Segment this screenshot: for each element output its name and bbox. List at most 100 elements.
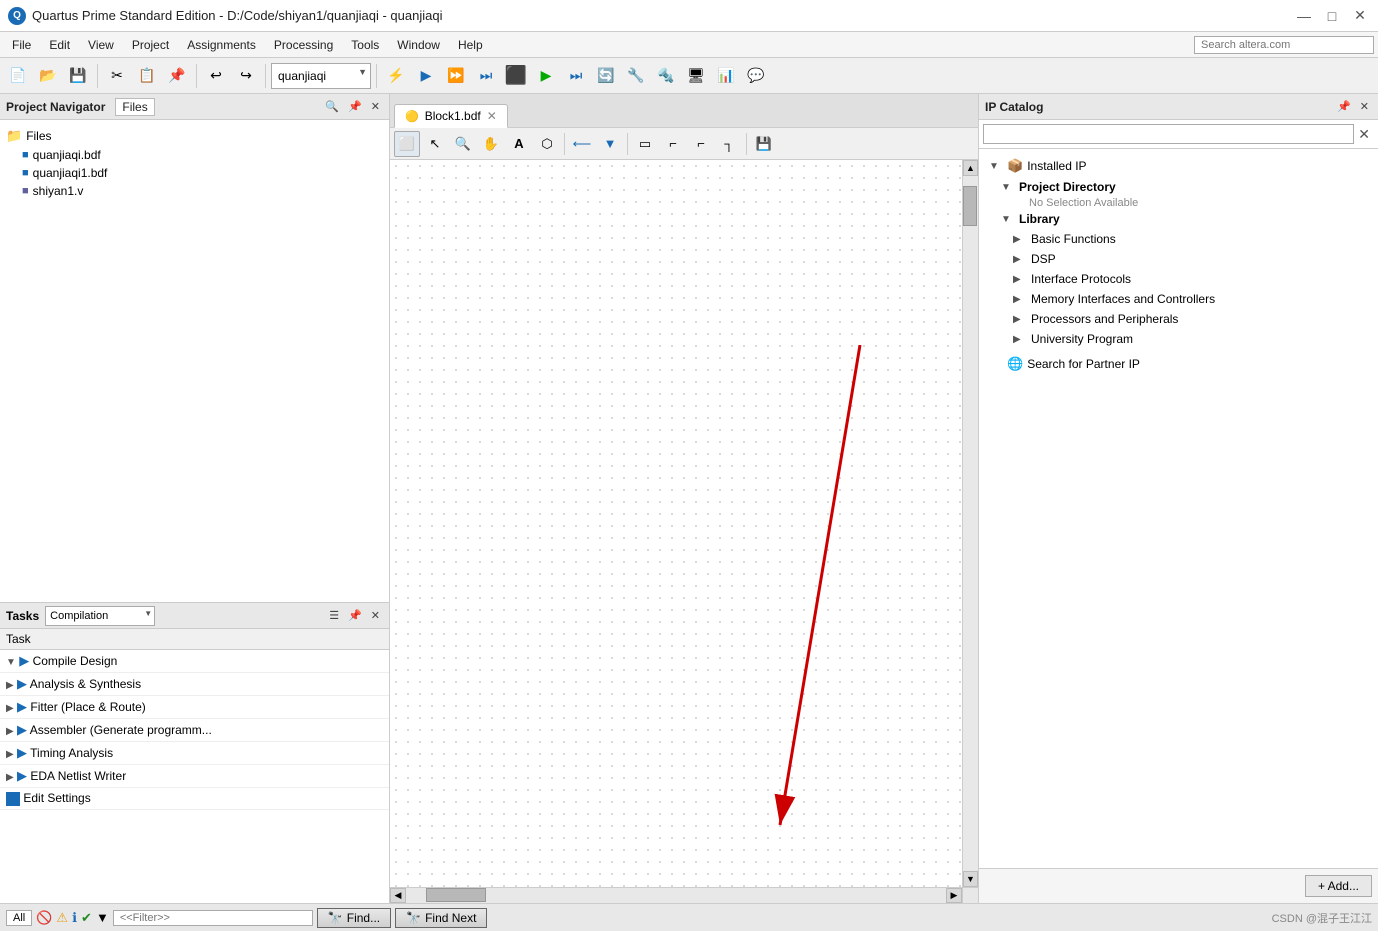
tool3-button[interactable]: 🖥 (682, 62, 710, 90)
close-button[interactable]: ✕ (1350, 6, 1370, 26)
altera-search-input[interactable] (1194, 36, 1374, 54)
scroll-track-h[interactable] (406, 888, 946, 903)
paste-button[interactable]: 📌 (163, 62, 191, 90)
navigator-close-icon[interactable]: ✕ (368, 99, 383, 114)
task-row-timing[interactable]: ▶ ▶ Timing Analysis (0, 742, 389, 765)
bus-tool-button[interactable]: ⌐ (688, 131, 714, 157)
task-row-eda[interactable]: ▶ ▶ EDA Netlist Writer (0, 765, 389, 788)
scroll-right-button[interactable]: ▶ (946, 888, 962, 903)
ip-project-directory[interactable]: ▼ Project Directory (985, 177, 1372, 197)
compile-chevron[interactable]: ▼ (6, 657, 16, 668)
menu-assignments[interactable]: Assignments (179, 36, 264, 54)
find-next-button[interactable]: 🔭 Find Next (395, 908, 487, 928)
menu-help[interactable]: Help (450, 36, 491, 54)
warning-icon[interactable]: ⚠ (56, 910, 68, 926)
ip-pin-icon[interactable]: 📌 (1334, 99, 1354, 114)
info-icon[interactable]: ℹ (72, 910, 77, 926)
tasks-pin-icon[interactable]: 📌 (345, 608, 365, 623)
undo-button[interactable]: ↩ (202, 62, 230, 90)
text-tool-button[interactable]: A (506, 131, 532, 157)
ip-memory-interfaces[interactable]: ▶ Memory Interfaces and Controllers (985, 289, 1372, 309)
task-row-compile[interactable]: ▼ ▶ Compile Design (0, 650, 389, 673)
files-tab[interactable]: Files (115, 98, 154, 116)
tool4-button[interactable]: 📊 (712, 62, 740, 90)
file-item-quanjiaqi-bdf[interactable]: ■ quanjiaqi.bdf (6, 146, 383, 164)
all-button[interactable]: All (6, 910, 32, 926)
files-root-folder[interactable]: 📁 Files (6, 126, 383, 146)
analysis-chevron[interactable]: ▶ (6, 680, 14, 691)
compile2-button[interactable]: 🔄 (592, 62, 620, 90)
tasks-list-icon[interactable]: ☰ (326, 608, 342, 623)
ip-close-icon[interactable]: ✕ (1357, 99, 1372, 114)
pointer-tool-button[interactable]: ↖ (422, 131, 448, 157)
error-icon[interactable]: 🚫 (36, 910, 52, 926)
horizontal-scrollbar[interactable]: ◀ ▶ (390, 887, 962, 903)
save-button[interactable]: 💾 (64, 62, 92, 90)
menu-processing[interactable]: Processing (266, 36, 341, 54)
ip-search-input[interactable] (983, 124, 1354, 144)
vertical-scrollbar[interactable]: ▲ ▼ (962, 160, 978, 887)
rect-tool-button[interactable]: ▭ (632, 131, 658, 157)
ip-search-clear-button[interactable]: ✕ (1354, 126, 1374, 143)
filter-input[interactable] (113, 910, 313, 926)
zoom-in-button[interactable]: 🔍 (450, 131, 476, 157)
pin-dropdown-button[interactable]: ▼ (597, 131, 623, 157)
minimize-button[interactable]: — (1294, 6, 1314, 26)
task-row-assembler[interactable]: ▶ ▶ Assembler (Generate programm... (0, 719, 389, 742)
open-button[interactable]: 📂 (34, 62, 62, 90)
scroll-left-button[interactable]: ◀ (390, 888, 406, 903)
symbol-tool-button[interactable]: ⬡ (534, 131, 560, 157)
tab-close-button[interactable]: ✕ (487, 109, 497, 123)
tool5-button[interactable]: 💬 (742, 62, 770, 90)
menu-tools[interactable]: Tools (343, 36, 387, 54)
menu-file[interactable]: File (4, 36, 39, 54)
menu-view[interactable]: View (80, 36, 122, 54)
file-item-quanjiaqi1-bdf[interactable]: ■ quanjiaqi1.bdf (6, 164, 383, 182)
scroll-track-v[interactable] (963, 176, 978, 871)
pin-tool-button[interactable]: ⟵ (569, 131, 595, 157)
search-icon[interactable]: 🔍 (322, 99, 342, 114)
maximize-button[interactable]: □ (1322, 6, 1342, 26)
tool2-button[interactable]: 🔩 (652, 62, 680, 90)
find-button[interactable]: 🔭 Find... (317, 908, 391, 928)
save-editor-button[interactable]: 💾 (751, 131, 777, 157)
menu-edit[interactable]: Edit (41, 36, 78, 54)
copy-button[interactable]: 📋 (133, 62, 161, 90)
ip-search-partner[interactable]: 🌐 Search for Partner IP (985, 353, 1372, 375)
compile-button[interactable]: ⚡ (382, 62, 410, 90)
eda-chevron[interactable]: ▶ (6, 772, 14, 783)
tool1-button[interactable]: 🔧 (622, 62, 650, 90)
analyze-button[interactable]: ▶ (412, 62, 440, 90)
scroll-thumb-v[interactable] (963, 186, 977, 226)
task-row-fitter[interactable]: ▶ ▶ Fitter (Place & Route) (0, 696, 389, 719)
ip-dsp[interactable]: ▶ DSP (985, 249, 1372, 269)
title-bar-controls[interactable]: — □ ✕ (1294, 6, 1370, 26)
tasks-dropdown[interactable]: Compilation (45, 606, 155, 626)
scroll-thumb-h[interactable] (426, 888, 486, 902)
ip-installed-ip[interactable]: ▼ 📦 Installed IP (985, 155, 1372, 177)
task-row-settings[interactable]: Edit Settings (0, 788, 389, 810)
route-button[interactable]: ⏩ (442, 62, 470, 90)
schematic-area[interactable]: in Input out Output io Bidir (390, 160, 978, 903)
pin-icon[interactable]: 📌 (345, 99, 365, 114)
line-tool-button[interactable]: ⌐ (660, 131, 686, 157)
scroll-up-button[interactable]: ▲ (963, 160, 978, 176)
redo-button[interactable]: ↪ (232, 62, 260, 90)
assembler-chevron[interactable]: ▶ (6, 726, 14, 737)
ip-add-button[interactable]: + Add... (1305, 875, 1372, 897)
new-file-button[interactable]: 📄 (4, 62, 32, 90)
tasks-close-icon[interactable]: ✕ (368, 608, 383, 623)
success-icon[interactable]: ✔ (81, 910, 92, 926)
editor-tab-block1[interactable]: 🟡 Block1.bdf ✕ (394, 104, 508, 128)
hand-tool-button[interactable]: ✋ (478, 131, 504, 157)
fast-forward-button[interactable]: ⏭ (562, 62, 590, 90)
wire-tool-button[interactable]: ┐ (716, 131, 742, 157)
ip-library[interactable]: ▼ Library (985, 209, 1372, 229)
scroll-down-button[interactable]: ▼ (963, 871, 978, 887)
fitter-chevron[interactable]: ▶ (6, 703, 14, 714)
timing-chevron[interactable]: ▶ (6, 749, 14, 760)
start-button[interactable]: ▶ (532, 62, 560, 90)
ip-processors[interactable]: ▶ Processors and Peripherals (985, 309, 1372, 329)
file-item-shiyan1-v[interactable]: ■ shiyan1.v (6, 182, 383, 200)
program-button[interactable]: ⏭ (472, 62, 500, 90)
